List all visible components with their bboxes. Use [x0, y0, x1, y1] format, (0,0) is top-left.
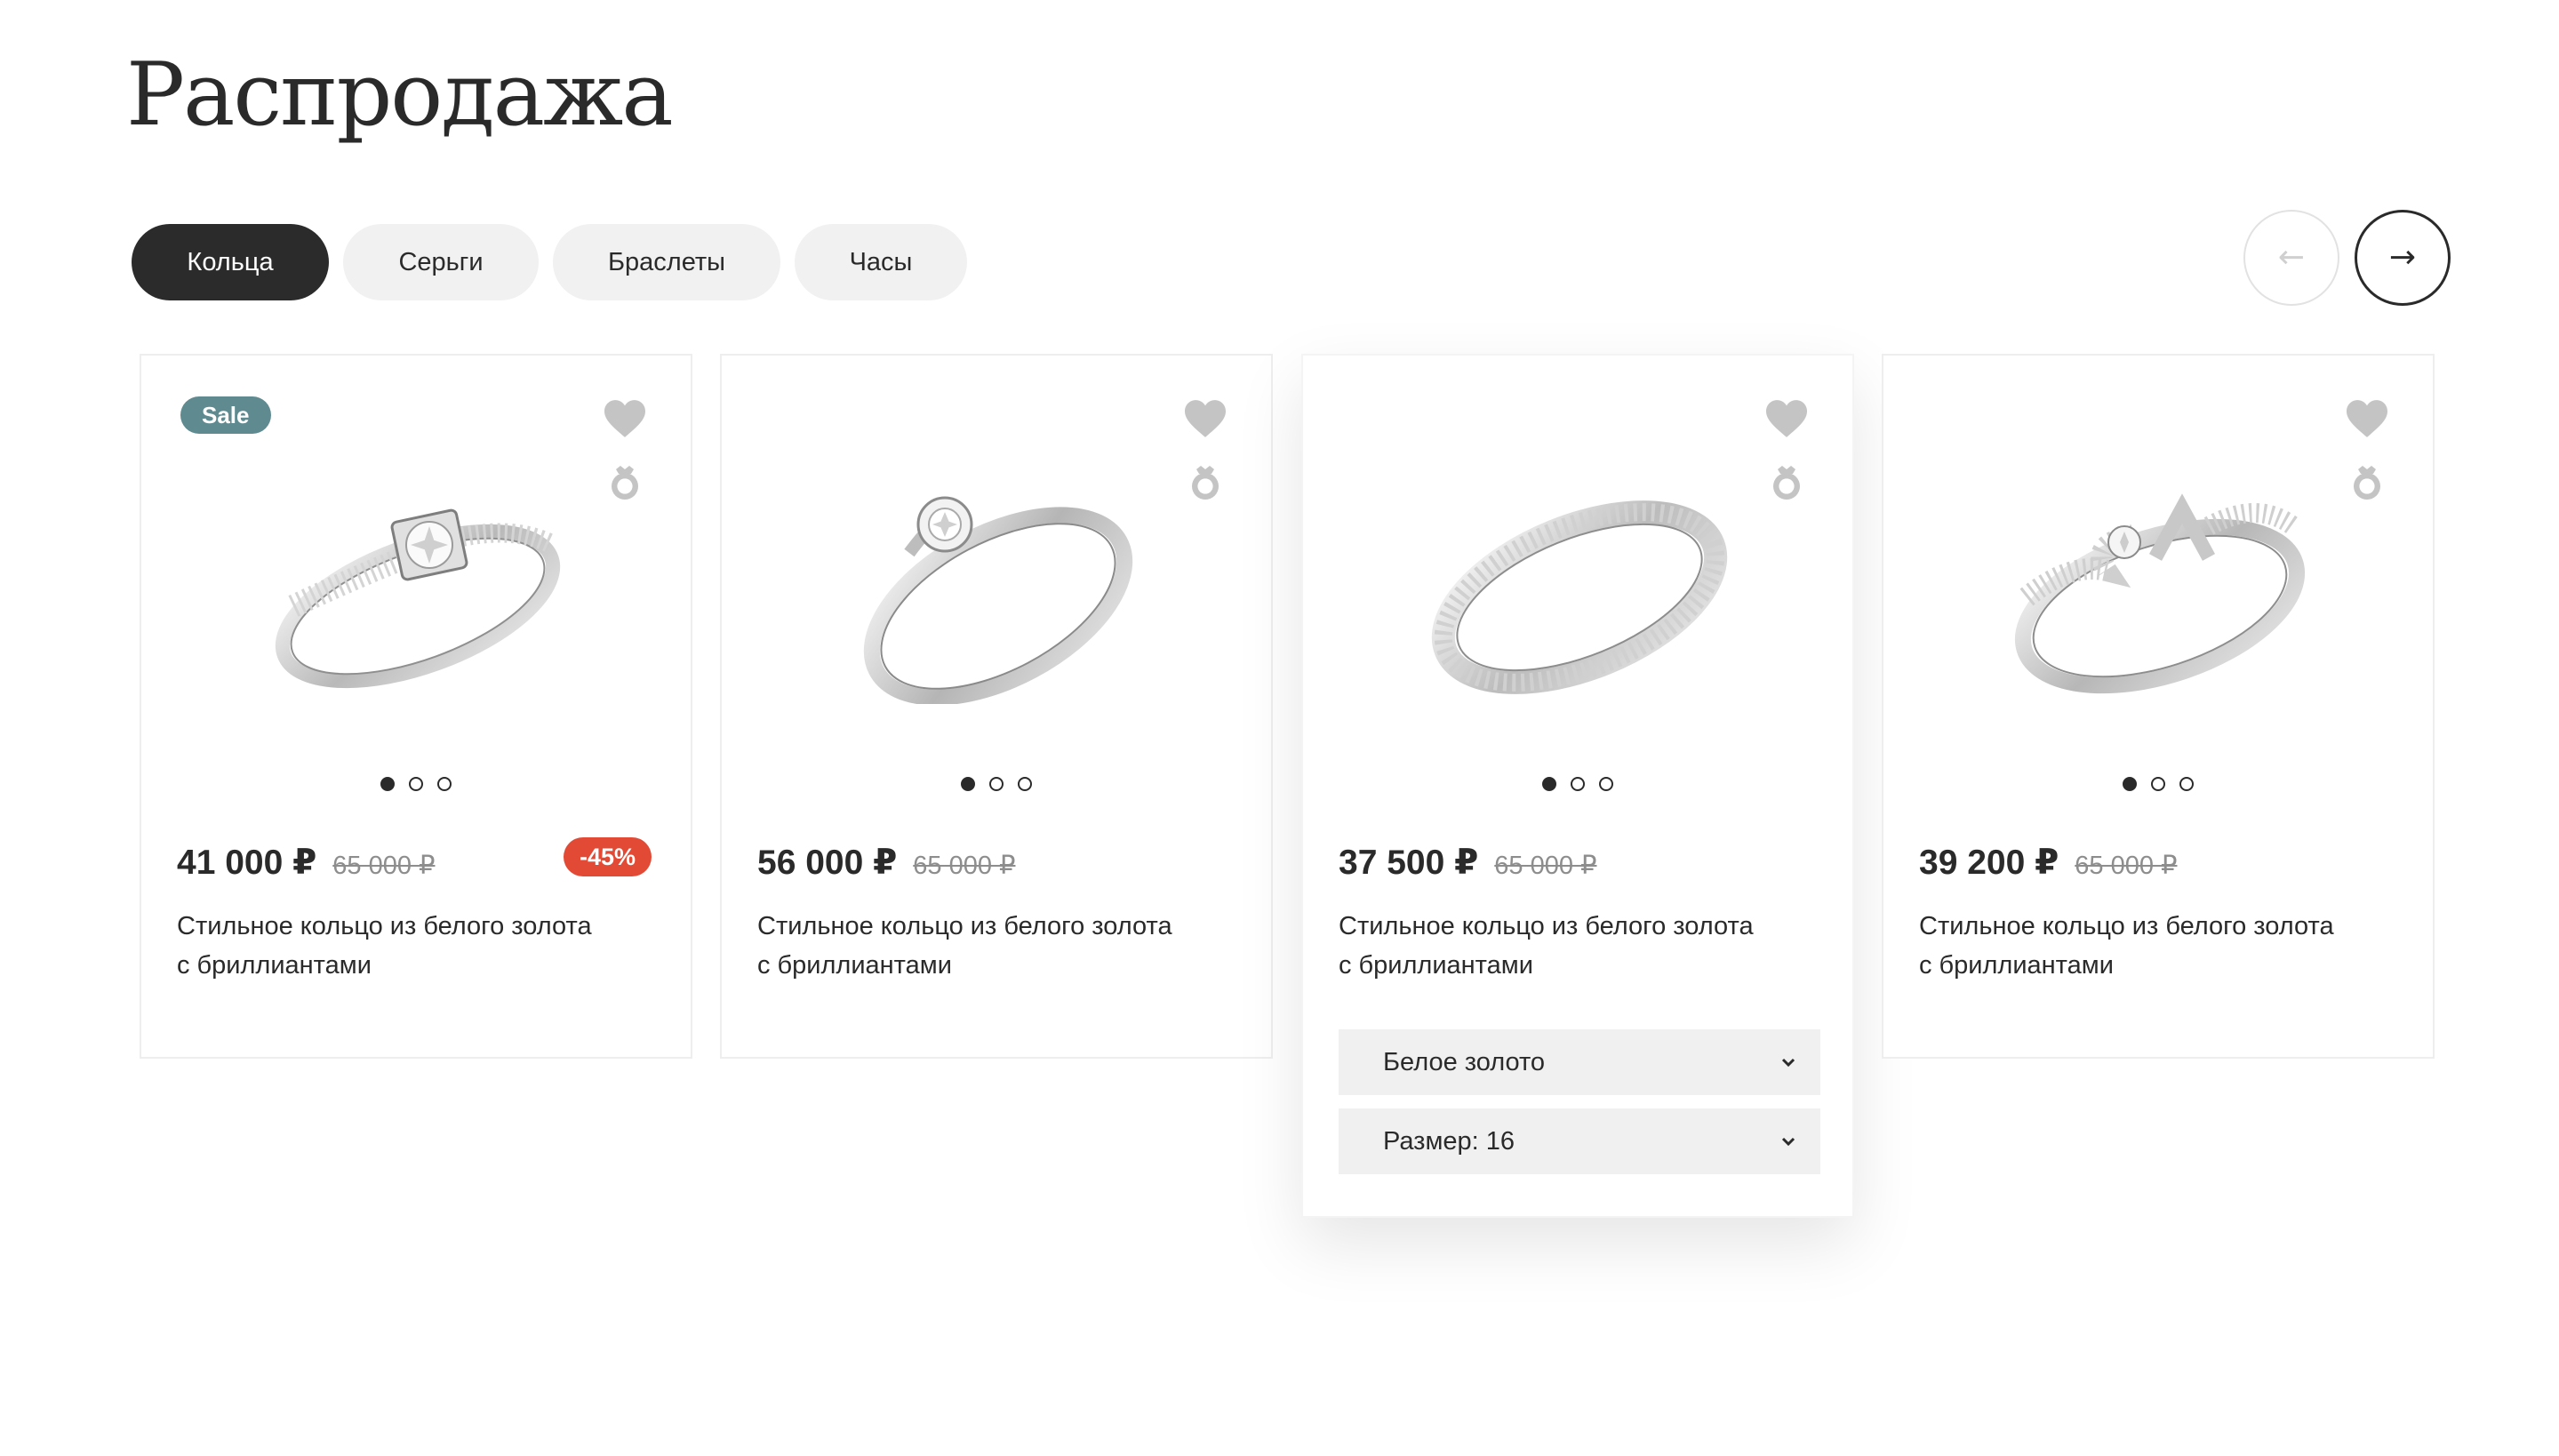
- product-name[interactable]: Стильное кольцо из белого золота с брилл…: [1339, 907, 1819, 985]
- tab-bracelets[interactable]: Браслеты: [553, 224, 780, 300]
- image-pagination: [722, 777, 1271, 791]
- pagination-dot[interactable]: [1599, 777, 1613, 791]
- product-name-line: с бриллиантами: [177, 951, 372, 980]
- product-price: 37 500 ₽: [1339, 844, 1479, 882]
- product-name-line: Стильное кольцо из белого золота: [1919, 912, 2334, 940]
- carousel-next-button[interactable]: →: [2355, 210, 2451, 306]
- pagination-dot[interactable]: [1571, 777, 1585, 791]
- metal-select[interactable]: Белое золото: [1339, 1029, 1820, 1095]
- tab-rings[interactable]: Кольца: [132, 224, 329, 300]
- old-price: 65 000 ₽: [2075, 852, 2178, 880]
- pagination-dot[interactable]: [409, 777, 423, 791]
- ring-fitting-icon[interactable]: [2346, 460, 2388, 503]
- heart-icon[interactable]: [1763, 398, 1810, 439]
- sale-badge: Sale: [180, 396, 271, 434]
- product-name-line: Стильное кольцо из белого золота: [1339, 912, 1754, 940]
- pagination-dot[interactable]: [437, 777, 452, 791]
- product-name[interactable]: Стильное кольцо из белого золота с брилл…: [177, 907, 657, 985]
- pagination-dot[interactable]: [989, 777, 1004, 791]
- size-select-value: Размер: 16: [1383, 1126, 1515, 1156]
- product-card[interactable]: Sale 41 000 ₽ 65 000 ₽ -45% Стильное кол…: [140, 354, 692, 1059]
- ring-photo[interactable]: [2000, 473, 2320, 704]
- product-name-line: с бриллиантами: [1919, 951, 2114, 980]
- pagination-dot[interactable]: [2179, 777, 2194, 791]
- product-name[interactable]: Стильное кольцо из белого золота с брилл…: [757, 907, 1237, 985]
- arrow-left-icon: ←: [2277, 239, 2306, 276]
- product-price: 39 200 ₽: [1919, 844, 2059, 882]
- product-name[interactable]: Стильное кольцо из белого золота с брилл…: [1919, 907, 2399, 985]
- image-pagination: [1883, 777, 2433, 791]
- heart-icon[interactable]: [2344, 398, 2390, 439]
- ring-photo[interactable]: [258, 473, 578, 704]
- discount-badge: -45%: [563, 837, 652, 876]
- ring-fitting-icon[interactable]: [604, 460, 646, 503]
- product-name-line: Стильное кольцо из белого золота: [177, 912, 592, 940]
- pagination-dot[interactable]: [961, 777, 975, 791]
- ring-photo[interactable]: [838, 473, 1158, 704]
- pagination-dot[interactable]: [2151, 777, 2165, 791]
- ring-fitting-icon[interactable]: [1765, 460, 1808, 503]
- size-select[interactable]: Размер: 16: [1339, 1108, 1820, 1174]
- product-name-line: Стильное кольцо из белого золота: [757, 912, 1172, 940]
- metal-select-value: Белое золото: [1383, 1047, 1546, 1076]
- old-price: 65 000 ₽: [913, 852, 1016, 880]
- ring-photo[interactable]: [1419, 473, 1739, 704]
- product-card[interactable]: 56 000 ₽ 65 000 ₽ Стильное кольцо из бел…: [720, 354, 1273, 1059]
- image-pagination: [141, 777, 691, 791]
- pagination-dot[interactable]: [1542, 777, 1556, 791]
- tab-earrings[interactable]: Серьги: [343, 224, 539, 300]
- product-name-line: с бриллиантами: [757, 951, 952, 980]
- category-tabs: Кольца Серьги Браслеты Часы: [132, 224, 967, 300]
- chevron-down-icon: [1781, 1058, 1795, 1068]
- carousel-prev-button[interactable]: ←: [2243, 210, 2339, 306]
- chevron-down-icon: [1781, 1137, 1795, 1147]
- product-price: 41 000 ₽: [177, 844, 317, 882]
- pagination-dot[interactable]: [380, 777, 395, 791]
- pagination-dot[interactable]: [2123, 777, 2137, 791]
- image-pagination: [1303, 777, 1852, 791]
- product-card[interactable]: 39 200 ₽ 65 000 ₽ Стильное кольцо из бел…: [1882, 354, 2435, 1059]
- product-price: 56 000 ₽: [757, 844, 898, 882]
- page-title: Распродажа: [126, 44, 674, 146]
- arrow-right-icon: →: [2388, 239, 2417, 276]
- old-price: 65 000 ₽: [332, 852, 436, 880]
- ring-fitting-icon[interactable]: [1184, 460, 1227, 503]
- tab-watches[interactable]: Часы: [795, 224, 967, 300]
- heart-icon[interactable]: [602, 398, 648, 439]
- product-name-line: с бриллиантами: [1339, 951, 1533, 980]
- heart-icon[interactable]: [1182, 398, 1228, 439]
- product-card-hovered[interactable]: 37 500 ₽ 65 000 ₽ Стильное кольцо из бел…: [1301, 354, 1854, 1218]
- pagination-dot[interactable]: [1018, 777, 1032, 791]
- old-price: 65 000 ₽: [1494, 852, 1597, 880]
